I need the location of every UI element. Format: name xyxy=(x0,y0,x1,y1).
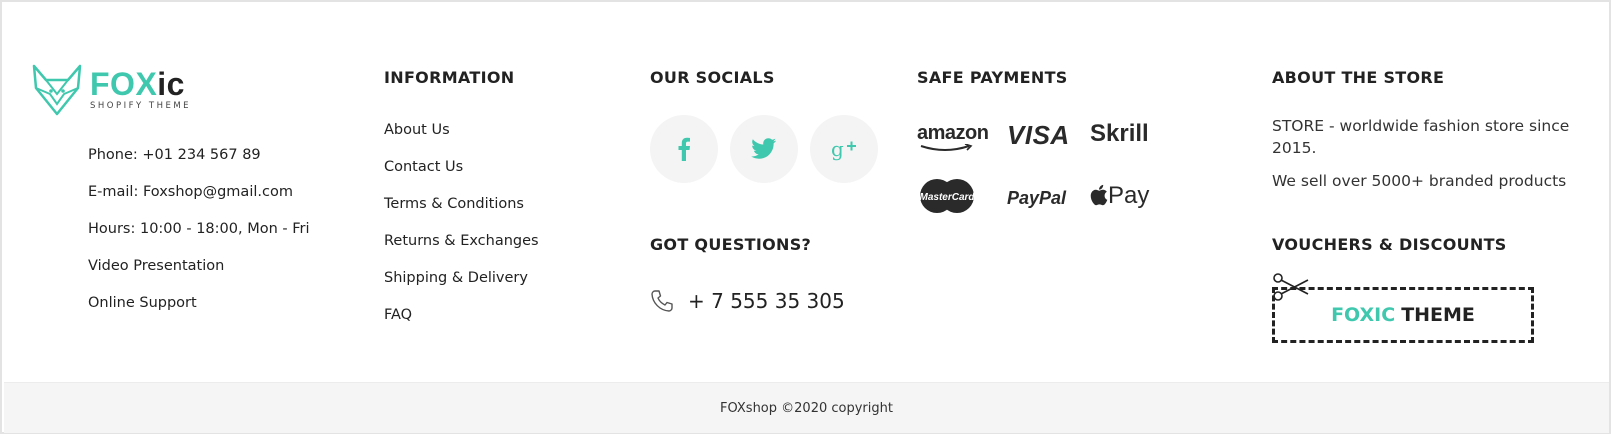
phone-number[interactable]: + 7 555 35 305 xyxy=(688,289,845,313)
facebook-icon xyxy=(678,137,690,161)
social-buttons: g xyxy=(650,115,878,183)
svg-text:g: g xyxy=(831,137,844,161)
amazon-smile-icon xyxy=(920,144,973,151)
link-about-us[interactable]: About Us xyxy=(384,120,539,157)
phone-row[interactable]: + 7 555 35 305 xyxy=(650,289,845,313)
voucher-code-box[interactable]: FOXIC THEME xyxy=(1272,287,1534,343)
brand-logo[interactable]: FOXic SHOPIFY THEME xyxy=(30,60,210,118)
voucher-code-part2: THEME xyxy=(1401,304,1475,326)
about-line-1: STORE - worldwide fashion store since 20… xyxy=(1272,117,1570,157)
vouchers-title: VOUCHERS & DISCOUNTS xyxy=(1272,235,1507,254)
payment-logos: amazon VISA Skrill MasterCard PayPal Pay xyxy=(917,120,1177,220)
about-title: ABOUT THE STORE xyxy=(1272,68,1445,87)
information-links: About Us Contact Us Terms & Conditions R… xyxy=(384,120,539,342)
contact-hours: Hours: 10:00 - 18:00, Mon - Fri xyxy=(88,221,310,237)
apple-pay-logo: Pay xyxy=(1090,182,1149,210)
link-returns-exchanges[interactable]: Returns & Exchanges xyxy=(384,231,539,268)
logo-wordmark: FOXic xyxy=(90,68,185,100)
visa-logo: VISA xyxy=(1007,120,1070,150)
logo-ic-text: ic xyxy=(157,66,185,102)
link-faq[interactable]: FAQ xyxy=(384,305,539,342)
contact-list: Phone: +01 234 567 89 E-mail: Foxshop@gm… xyxy=(88,145,310,330)
contact-video-presentation[interactable]: Video Presentation xyxy=(88,256,310,293)
link-shipping-delivery[interactable]: Shipping & Delivery xyxy=(384,268,539,305)
amazon-logo: amazon xyxy=(917,122,989,151)
facebook-button[interactable] xyxy=(650,115,718,183)
twitter-icon xyxy=(751,138,777,159)
skrill-logo: Skrill xyxy=(1090,120,1149,147)
twitter-button[interactable] xyxy=(730,115,798,183)
copyright-bar: FOXshop ©2020 copyright xyxy=(4,382,1609,433)
footer-frame: FOXic SHOPIFY THEME Phone: +01 234 567 8… xyxy=(0,0,1611,434)
amazon-text: amazon xyxy=(917,122,989,144)
mastercard-logo: MasterCard xyxy=(917,178,977,214)
google-plus-icon: g xyxy=(831,137,856,161)
contact-online-support[interactable]: Online Support xyxy=(88,293,310,330)
fox-logo-icon xyxy=(32,64,82,116)
apple-pay-text: Pay xyxy=(1108,182,1150,209)
logo-tagline: SHOPIFY THEME xyxy=(90,101,192,111)
contact-phone: Phone: +01 234 567 89 xyxy=(88,147,261,163)
about-text: STORE - worldwide fashion store since 20… xyxy=(1272,115,1582,192)
footer-main: FOXic SHOPIFY THEME Phone: +01 234 567 8… xyxy=(2,2,1611,380)
logo-fox-text: FOX xyxy=(90,66,158,102)
information-title: INFORMATION xyxy=(384,68,515,87)
apple-icon xyxy=(1090,184,1108,206)
phone-icon xyxy=(651,290,673,312)
mastercard-text: MasterCard xyxy=(919,192,975,203)
socials-title: OUR SOCIALS xyxy=(650,68,775,87)
paypal-logo: PayPal xyxy=(1007,188,1067,208)
link-terms-conditions[interactable]: Terms & Conditions xyxy=(384,194,539,231)
voucher-code-part1: FOXIC xyxy=(1331,304,1396,326)
google-plus-button[interactable]: g xyxy=(810,115,878,183)
payments-title: SAFE PAYMENTS xyxy=(917,68,1068,87)
copyright-text: FOXshop ©2020 copyright xyxy=(720,400,893,416)
questions-title: GOT QUESTIONS? xyxy=(650,235,812,254)
contact-email[interactable]: E-mail: Foxshop@gmail.com xyxy=(88,182,310,219)
about-line-2: We sell over 5000+ branded products xyxy=(1272,172,1567,190)
link-contact-us[interactable]: Contact Us xyxy=(384,157,539,194)
